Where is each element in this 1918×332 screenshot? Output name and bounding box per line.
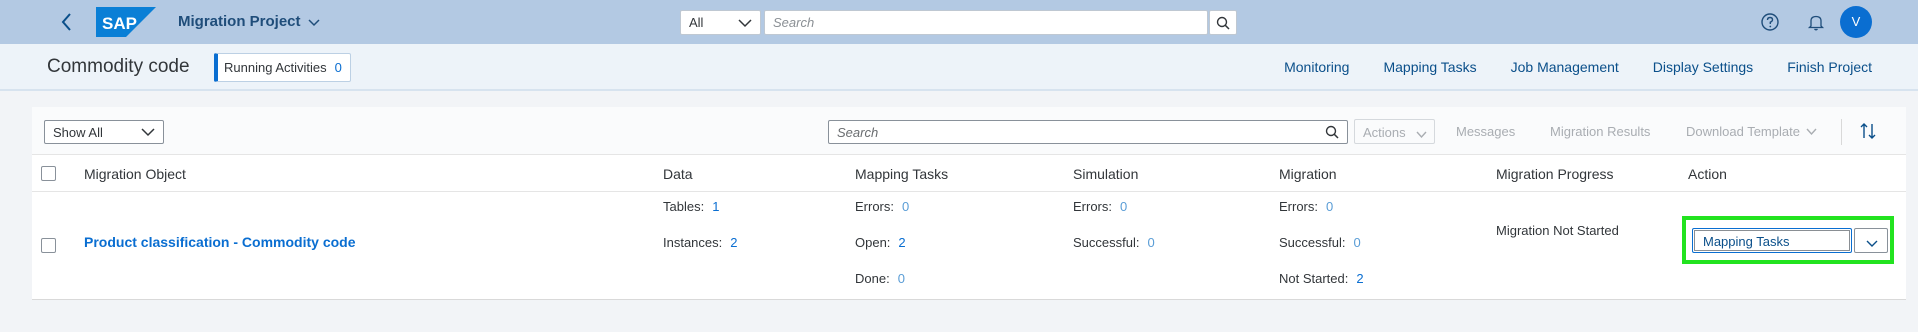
mapping-errors-label: Errors: — [855, 199, 894, 214]
mapping-done: Done: 0 — [855, 271, 905, 286]
mapping-done-label: Done: — [855, 271, 890, 286]
data-tables-label: Tables: — [663, 199, 705, 214]
migration-successful-label: Successful: — [1279, 235, 1346, 250]
simulation-errors-label: Errors: — [1073, 199, 1112, 214]
column-header-migration: Migration — [1279, 166, 1337, 182]
actions-menu-button[interactable]: Actions — [1354, 119, 1435, 144]
shell-bar: SAP Migration Project All Search V — [0, 0, 1918, 44]
mapping-open-value[interactable]: 2 — [898, 235, 905, 250]
shell-search-input[interactable]: Search — [764, 10, 1208, 35]
mapping-done-value[interactable]: 0 — [898, 271, 905, 286]
migration-objects-table: Show All Search Actions Messages Migrati… — [32, 107, 1906, 300]
simulation-successful: Successful: 0 — [1073, 235, 1155, 250]
migration-progress-status: Migration Not Started — [1496, 223, 1619, 238]
column-header-mapping-tasks: Mapping Tasks — [855, 166, 949, 182]
table-row[interactable]: Product classification - Commodity code … — [32, 192, 1906, 300]
running-activities-badge[interactable]: Running Activities 0 — [214, 53, 351, 82]
column-header-data: Data — [663, 166, 693, 182]
migration-not-started-label: Not Started: — [1279, 271, 1349, 286]
mapping-tasks-link[interactable]: Mapping Tasks — [1383, 59, 1476, 75]
finish-project-link[interactable]: Finish Project — [1787, 59, 1872, 75]
download-template-button[interactable]: Download Template — [1686, 124, 1817, 139]
column-header-migration-progress: Migration Progress — [1496, 166, 1614, 182]
simulation-successful-value[interactable]: 0 — [1147, 235, 1154, 250]
user-avatar[interactable]: V — [1840, 6, 1872, 38]
column-header-migration-object: Migration Object — [84, 166, 186, 182]
migration-errors: Errors: 0 — [1279, 199, 1333, 214]
mapping-errors-value[interactable]: 0 — [902, 199, 909, 214]
table-search-placeholder: Search — [837, 125, 879, 140]
mapping-open-label: Open: — [855, 235, 891, 250]
migration-successful-value[interactable]: 0 — [1353, 235, 1360, 250]
toolbar-separator — [1841, 119, 1842, 145]
running-activities-count: 0 — [334, 60, 342, 75]
simulation-successful-label: Successful: — [1073, 235, 1140, 250]
data-instances-label: Instances: — [663, 235, 723, 250]
shell-search-button[interactable] — [1209, 10, 1237, 35]
notifications-bell-icon[interactable] — [1806, 12, 1826, 32]
mapping-tasks-button[interactable]: Mapping Tasks — [1692, 228, 1852, 253]
mapping-errors: Errors: 0 — [855, 199, 909, 214]
column-header-action: Action — [1688, 166, 1727, 182]
sap-logo[interactable]: SAP — [96, 7, 156, 37]
migration-errors-label: Errors: — [1279, 199, 1318, 214]
row-checkbox[interactable] — [41, 238, 56, 253]
chevron-down-icon — [738, 17, 752, 29]
mapping-open: Open: 2 — [855, 235, 906, 250]
job-management-link[interactable]: Job Management — [1511, 59, 1619, 75]
svg-text:SAP: SAP — [102, 14, 137, 33]
help-icon[interactable] — [1760, 12, 1780, 32]
migration-object-link[interactable]: Product classification - Commodity code — [84, 234, 356, 250]
data-instances-value[interactable]: 2 — [730, 235, 737, 250]
download-template-label: Download Template — [1686, 124, 1800, 139]
simulation-errors: Errors: 0 — [1073, 199, 1127, 214]
table-toolbar: Show All Search Actions Messages Migrati… — [32, 107, 1906, 155]
app-title-menu[interactable]: Migration Project — [178, 13, 321, 30]
chevron-down-icon — [1806, 124, 1817, 136]
column-header-simulation: Simulation — [1073, 166, 1139, 182]
migration-errors-value[interactable]: 0 — [1326, 199, 1333, 214]
sort-icon[interactable] — [1858, 121, 1878, 141]
display-settings-link[interactable]: Display Settings — [1653, 59, 1753, 75]
actions-label: Actions — [1363, 125, 1406, 140]
table-search-input[interactable]: Search — [828, 120, 1348, 144]
action-highlight: Mapping Tasks — [1682, 216, 1894, 264]
table-header: Migration Object Data Mapping Tasks Simu… — [32, 155, 1906, 192]
migration-results-button[interactable]: Migration Results — [1550, 124, 1650, 139]
chevron-down-icon — [307, 15, 321, 29]
chevron-down-icon — [1866, 236, 1878, 247]
header-actions: Monitoring Mapping Tasks Job Management … — [1284, 59, 1872, 75]
search-icon[interactable] — [1325, 125, 1339, 139]
data-tables-value[interactable]: 1 — [712, 199, 719, 214]
simulation-errors-value[interactable]: 0 — [1120, 199, 1127, 214]
filter-select[interactable]: Show All — [44, 120, 164, 144]
data-tables: Tables: 1 — [663, 199, 719, 214]
app-title: Migration Project — [178, 13, 301, 30]
messages-button[interactable]: Messages — [1456, 124, 1515, 139]
migration-not-started: Not Started: 2 — [1279, 271, 1364, 286]
select-all-checkbox[interactable] — [41, 166, 56, 181]
page-title: Commodity code — [47, 56, 190, 77]
filter-value: Show All — [53, 125, 103, 140]
migration-successful: Successful: 0 — [1279, 235, 1361, 250]
page-header: Commodity code Running Activities 0 Moni… — [0, 44, 1918, 91]
chevron-down-icon — [141, 126, 155, 138]
action-menu-button[interactable] — [1854, 228, 1888, 253]
search-icon — [1216, 16, 1230, 30]
migration-not-started-value[interactable]: 2 — [1356, 271, 1363, 286]
monitoring-link[interactable]: Monitoring — [1284, 59, 1349, 75]
search-scope-value: All — [689, 15, 704, 30]
back-arrow-icon[interactable] — [58, 11, 76, 33]
chevron-down-icon — [1416, 127, 1427, 139]
search-scope-select[interactable]: All — [680, 10, 761, 35]
data-instances: Instances: 2 — [663, 235, 738, 250]
running-activities-label: Running Activities — [224, 60, 327, 75]
